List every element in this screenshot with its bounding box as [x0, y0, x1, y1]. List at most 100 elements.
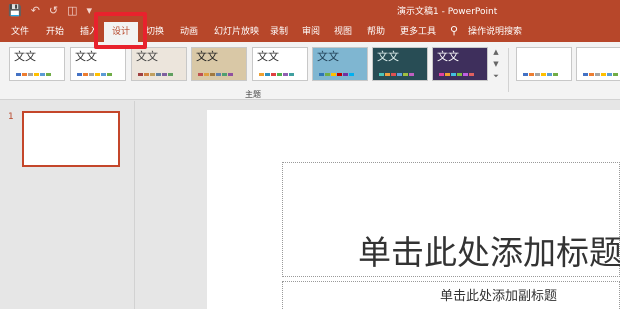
- color-swatch: [156, 73, 161, 76]
- color-swatch: [535, 73, 540, 76]
- tab-more-tools[interactable]: 更多工具: [400, 22, 436, 42]
- theme-gallery-item[interactable]: 文文: [312, 47, 368, 81]
- subtitle-placeholder-text: 单击此处添加副标题: [440, 289, 558, 304]
- color-swatch: [162, 73, 167, 76]
- tab-animations[interactable]: 动画: [180, 22, 198, 42]
- color-swatch: [34, 73, 39, 76]
- theme-swatches: [439, 73, 474, 76]
- color-swatch: [265, 73, 270, 76]
- color-swatch: [439, 73, 444, 76]
- tab-slide-show[interactable]: 幻灯片放映: [214, 22, 259, 42]
- ribbon-tabs: 文件 开始 插入 设计 切换 动画 幻灯片放映 录制 审阅 视图 帮助 更多工具…: [0, 22, 620, 42]
- theme-label: 文文: [196, 50, 218, 63]
- save-icon[interactable]: 💾: [8, 3, 22, 19]
- color-swatch: [101, 73, 106, 76]
- color-swatch: [457, 73, 462, 76]
- color-swatch: [337, 73, 342, 76]
- title-placeholder-text: 单击此处添加标题: [358, 233, 620, 272]
- theme-swatches: [138, 73, 173, 76]
- color-swatch: [77, 73, 82, 76]
- theme-swatches: [198, 73, 233, 76]
- color-swatch: [283, 73, 288, 76]
- tab-record[interactable]: 录制: [270, 22, 288, 42]
- color-swatch: [40, 73, 45, 76]
- theme-gallery-item[interactable]: 文文: [9, 47, 65, 81]
- tab-help[interactable]: 帮助: [367, 22, 385, 42]
- customize-qat-icon[interactable]: ▾: [87, 3, 93, 19]
- tab-review[interactable]: 审阅: [302, 22, 320, 42]
- color-swatch: [397, 73, 402, 76]
- color-swatch: [259, 73, 264, 76]
- color-swatch: [150, 73, 155, 76]
- theme-gallery-item[interactable]: 文文: [131, 47, 187, 81]
- color-swatch: [451, 73, 456, 76]
- color-swatch: [445, 73, 450, 76]
- color-swatch: [601, 73, 606, 76]
- slide-thumbnail[interactable]: [22, 111, 120, 167]
- theme-label: 文文: [14, 50, 36, 63]
- theme-swatches: [379, 73, 414, 76]
- color-swatch: [469, 73, 474, 76]
- color-swatch: [89, 73, 94, 76]
- theme-gallery-item[interactable]: 文文: [70, 47, 126, 81]
- color-swatch: [595, 73, 600, 76]
- theme-gallery-item[interactable]: 文文: [372, 47, 428, 81]
- color-swatch: [379, 73, 384, 76]
- slide-number: 1: [8, 112, 14, 122]
- gallery-more-icon[interactable]: ⏷: [491, 71, 501, 82]
- variant-gallery-item[interactable]: [516, 47, 572, 81]
- color-swatch: [216, 73, 221, 76]
- theme-gallery-item[interactable]: 文文: [191, 47, 247, 81]
- theme-swatches: [77, 73, 112, 76]
- title-bar: 💾 ↶ ↺ ◫ ▾ 演示文稿1 - PowerPoint: [0, 0, 620, 22]
- color-swatch: [138, 73, 143, 76]
- window-title: 演示文稿1 - PowerPoint: [397, 7, 498, 17]
- color-swatch: [46, 73, 51, 76]
- undo-icon[interactable]: ↶: [31, 3, 40, 19]
- theme-label: 文文: [437, 50, 459, 63]
- tab-view[interactable]: 视图: [334, 22, 352, 42]
- color-swatch: [529, 73, 534, 76]
- color-swatch: [523, 73, 528, 76]
- tell-me-search[interactable]: 操作说明搜索: [468, 22, 522, 42]
- start-from-beginning-icon[interactable]: ◫: [67, 3, 77, 19]
- tab-transitions[interactable]: 切换: [146, 22, 164, 42]
- color-swatch: [222, 73, 227, 76]
- lightbulb-icon: ⚲: [450, 24, 459, 37]
- variant-swatches: [583, 73, 618, 76]
- variant-swatches: [523, 73, 558, 76]
- color-swatch: [331, 73, 336, 76]
- color-swatch: [463, 73, 468, 76]
- color-swatch: [547, 73, 552, 76]
- color-swatch: [28, 73, 33, 76]
- color-swatch: [403, 73, 408, 76]
- design-ribbon: 文文 文文 文文 文文 文文 文文 文文 文文 ▲ ▼ ⏷ 主题: [0, 42, 620, 100]
- color-swatch: [583, 73, 588, 76]
- color-swatch: [349, 73, 354, 76]
- color-swatch: [95, 73, 100, 76]
- design-tab-highlight: [94, 12, 147, 49]
- color-swatch: [168, 73, 173, 76]
- gallery-scroll-down-icon[interactable]: ▼: [491, 59, 501, 70]
- variant-gallery-item[interactable]: [576, 47, 620, 81]
- color-swatch: [553, 73, 558, 76]
- gallery-scroll-up-icon[interactable]: ▲: [491, 47, 501, 58]
- tab-file[interactable]: 文件: [11, 22, 29, 42]
- color-swatch: [228, 73, 233, 76]
- theme-gallery-item[interactable]: 文文: [432, 47, 488, 81]
- theme-label: 文文: [377, 50, 399, 63]
- color-swatch: [198, 73, 203, 76]
- theme-gallery-item[interactable]: 文文: [252, 47, 308, 81]
- color-swatch: [22, 73, 27, 76]
- color-swatch: [607, 73, 612, 76]
- theme-swatches: [16, 73, 51, 76]
- redo-icon[interactable]: ↺: [49, 3, 58, 19]
- color-swatch: [204, 73, 209, 76]
- color-swatch: [289, 73, 294, 76]
- color-swatch: [83, 73, 88, 76]
- tab-home[interactable]: 开始: [46, 22, 64, 42]
- color-swatch: [325, 73, 330, 76]
- color-swatch: [210, 73, 215, 76]
- color-swatch: [277, 73, 282, 76]
- color-swatch: [589, 73, 594, 76]
